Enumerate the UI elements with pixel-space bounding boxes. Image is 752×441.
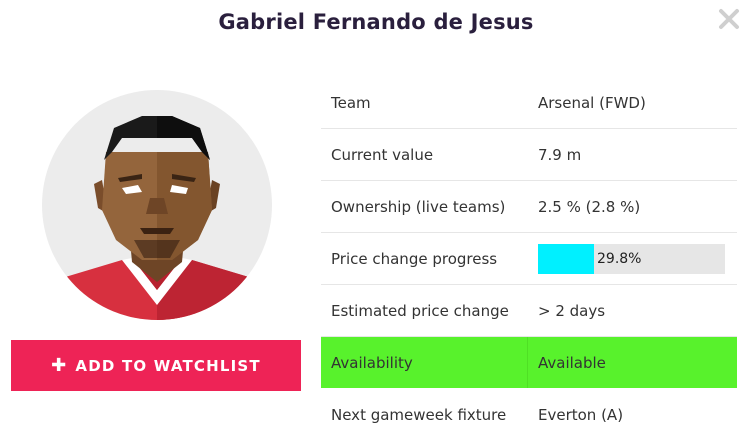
add-to-watchlist-button[interactable]: ✚ ADD TO WATCHLIST — [11, 340, 301, 391]
plus-icon: ✚ — [51, 354, 68, 376]
progress-percent: 29.8% — [597, 250, 642, 267]
detail-row-current-value: Current value 7.9 m — [321, 129, 737, 181]
detail-row-ownership: Ownership (live teams) 2.5 % (2.8 %) — [321, 181, 737, 233]
close-icon[interactable] — [718, 8, 740, 30]
player-avatar — [42, 90, 272, 320]
add-to-watchlist-label: ADD TO WATCHLIST — [75, 356, 261, 375]
detail-value: > 2 days — [538, 301, 606, 320]
detail-label: Current value — [331, 145, 434, 164]
detail-label: Availability — [321, 337, 528, 388]
detail-value: Arsenal (FWD) — [538, 93, 646, 112]
detail-row-availability: Availability Available — [321, 337, 737, 389]
availability-status: Available — [538, 353, 606, 372]
detail-row-estimated-price-change: Estimated price change > 2 days — [321, 285, 737, 337]
detail-label: Next gameweek fixture — [331, 405, 507, 424]
detail-label: Ownership (live teams) — [331, 197, 506, 216]
player-details-table: Team Arsenal (FWD) Current value 7.9 m O… — [321, 77, 737, 440]
detail-value: Everton (A) — [538, 405, 624, 424]
detail-label: Estimated price change — [331, 301, 509, 320]
detail-row-team: Team Arsenal (FWD) — [321, 77, 737, 129]
detail-row-price-change-progress: Price change progress 29.8% — [321, 233, 737, 285]
price-change-progress-bar: 29.8% — [538, 243, 725, 274]
player-name: Gabriel Fernando de Jesus — [218, 10, 534, 34]
detail-value: 7.9 m — [538, 145, 582, 164]
detail-row-next-fixture: Next gameweek fixture Everton (A) — [321, 389, 737, 440]
detail-label: Team — [331, 93, 371, 112]
detail-label: Price change progress — [331, 249, 498, 268]
detail-value: 2.5 % (2.8 %) — [538, 197, 641, 216]
